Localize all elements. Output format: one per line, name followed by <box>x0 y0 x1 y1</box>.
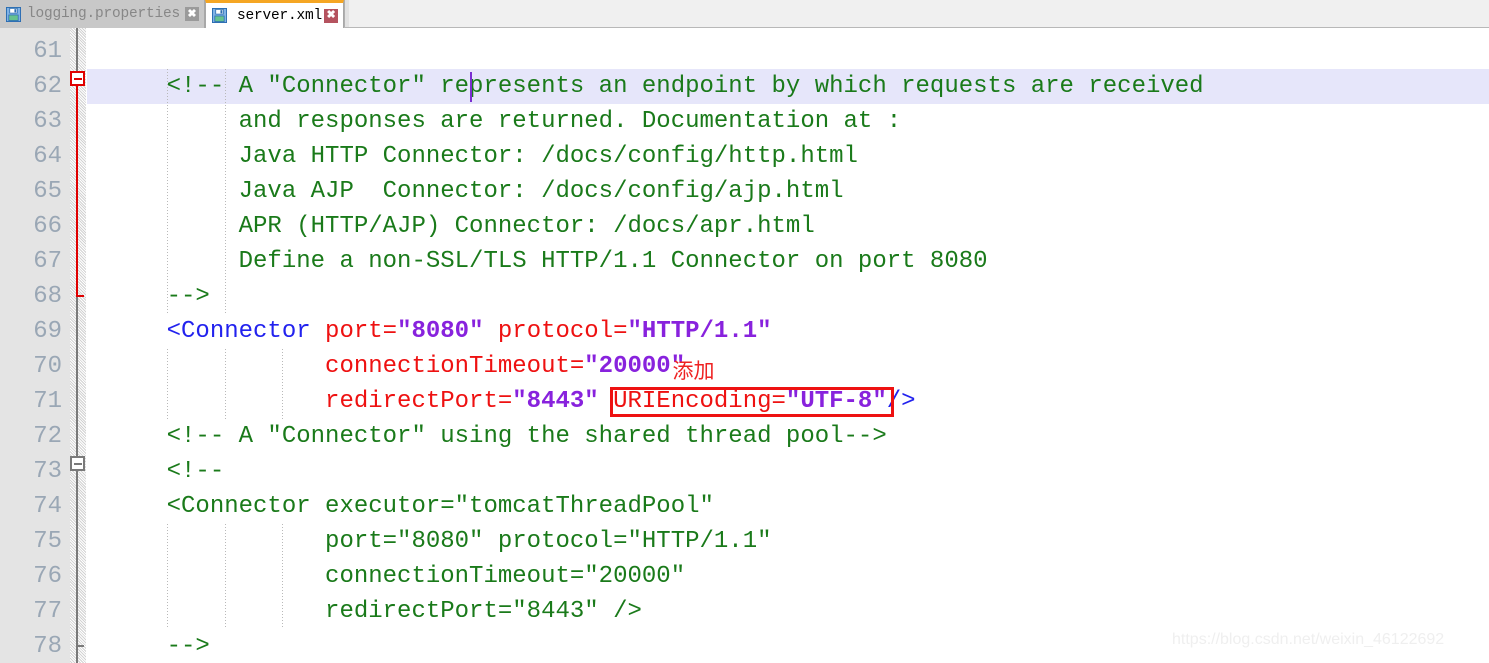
line-number: 62 <box>33 73 62 100</box>
code-line: Java HTTP Connector: /docs/config/http.h… <box>109 139 858 174</box>
code-token: APR (HTTP/AJP) Connector: /docs/apr.html <box>109 213 815 240</box>
line-number: 77 <box>33 598 62 625</box>
code-line: <!-- A "Connector" represents an endpoin… <box>109 69 1204 104</box>
floppy-disk-save-icon <box>6 6 21 22</box>
line-number: 69 <box>33 318 62 345</box>
code-line: <Connector executor="tomcatThreadPool" <box>109 489 714 524</box>
code-token: Java HTTP Connector: /docs/config/http.h… <box>109 143 858 170</box>
code-token: <Connector executor="tomcatThreadPool" <box>109 493 714 520</box>
code-token: "8080" <box>397 318 484 345</box>
fold-end-tick <box>76 295 84 297</box>
watermark: https://blog.csdn.net/weixin_46122692 <box>1172 631 1445 648</box>
close-icon[interactable]: ✖ <box>185 7 200 21</box>
code-token: port= <box>325 318 398 345</box>
code-line: <!-- <box>109 454 225 489</box>
code-token: <!-- A "Connector" using the shared thre… <box>109 423 887 450</box>
line-number: 61 <box>33 38 62 65</box>
code-token: protocol= <box>483 318 628 345</box>
line-number: 72 <box>33 423 62 450</box>
line-number: 63 <box>33 108 62 135</box>
minus-icon <box>73 462 82 465</box>
code-token: port="8080" protocol="HTTP/1.1" <box>109 528 772 555</box>
line-number: 66 <box>33 213 62 240</box>
tab-logging-properties[interactable]: logging.properties ✖ <box>0 0 206 28</box>
code-token: <!-- A "Connector" represents an endpoin… <box>109 73 1204 100</box>
code-line: connectionTimeout="20000" <box>109 559 685 594</box>
code-line: APR (HTTP/AJP) Connector: /docs/apr.html <box>109 209 815 244</box>
line-number: 71 <box>33 388 62 415</box>
annotation-label: 添加 <box>672 359 715 383</box>
line-number: 64 <box>33 143 62 170</box>
code-token: <!-- <box>109 458 225 485</box>
code-folding-strip[interactable] <box>70 28 86 663</box>
close-icon[interactable]: ✖ <box>324 8 339 23</box>
tab-server-xml[interactable]: server.xml ✖ <box>205 0 345 28</box>
line-number: 68 <box>33 283 62 310</box>
line-number: 70 <box>33 353 62 380</box>
code-editor[interactable]: 61 62 63 64 65 66 67 68 69 70 71 72 73 74 75 76 77 78 <!-… <box>0 28 1489 663</box>
line-number: 73 <box>33 458 62 485</box>
line-number: 74 <box>33 493 62 520</box>
code-line: --> <box>109 629 210 663</box>
line-number: 78 <box>33 633 62 660</box>
tab-label: logging.properties <box>27 6 181 22</box>
minus-icon <box>73 77 82 80</box>
text-caret <box>470 72 473 102</box>
floppy-disk-save-icon <box>212 8 228 23</box>
code-line: Java AJP Connector: /docs/config/ajp.htm… <box>109 174 844 209</box>
line-number: 67 <box>33 248 62 275</box>
fold-toggle-button[interactable] <box>70 456 85 471</box>
code-line: <!-- A "Connector" using the shared thre… <box>109 419 887 454</box>
code-line: redirectPort="8443" /> <box>109 594 642 629</box>
fold-end-tick <box>76 645 84 647</box>
code-line: connectionTimeout="20000" <box>109 349 685 384</box>
code-token: "HTTP/1.1" <box>627 318 772 345</box>
tab-label: server.xml <box>237 7 323 24</box>
code-token: connectionTimeout= <box>109 353 585 380</box>
code-line: port="8080" protocol="HTTP/1.1" <box>109 524 772 559</box>
line-number-gutter: 61 62 63 64 65 66 67 68 69 70 71 72 73 74 75 76 77 78 <box>0 28 70 663</box>
code-token: connectionTimeout="20000" <box>109 563 686 590</box>
code-line: and responses are returned. Documentatio… <box>109 104 902 139</box>
code-line: --> <box>109 279 210 314</box>
line-number: 65 <box>33 178 62 205</box>
code-token: "8443" <box>512 388 599 415</box>
code-token: redirectPort= <box>109 388 513 415</box>
annotation-highlight-box <box>609 387 895 417</box>
line-number: 76 <box>33 563 62 590</box>
code-token: "20000" <box>584 353 686 380</box>
code-line: <Connector port="8080" protocol="HTTP/1.… <box>109 314 772 349</box>
code-token: Define a non-SSL/TLS HTTP/1.1 Connector … <box>109 248 988 275</box>
editor-tab-bar: logging.properties ✖ server.xml ✖ <box>0 0 1489 28</box>
code-surface[interactable]: <!-- A "Connector" represents an endpoin… <box>87 28 1489 663</box>
code-token: Java AJP Connector: /docs/config/ajp.htm… <box>109 178 844 205</box>
code-line: Define a non-SSL/TLS HTTP/1.1 Connector … <box>109 244 988 279</box>
fold-rule <box>76 73 78 297</box>
code-token: and responses are returned. Documentatio… <box>109 108 902 135</box>
code-token: --> <box>109 633 210 660</box>
tab-bar-empty-area <box>349 0 1489 27</box>
line-number: 75 <box>33 528 62 555</box>
code-token: redirectPort="8443" /> <box>109 598 642 625</box>
code-token: --> <box>109 283 210 310</box>
code-token: <Connector <box>109 318 326 345</box>
fold-toggle-button[interactable] <box>70 71 85 86</box>
